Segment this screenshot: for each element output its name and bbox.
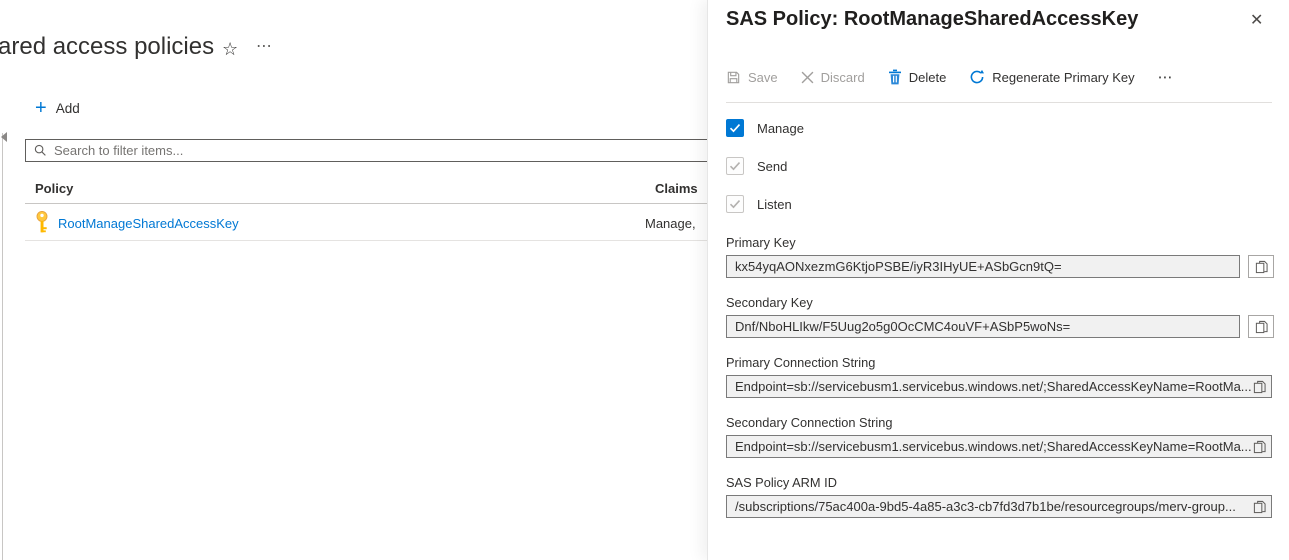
discard-button-label: Discard [821, 70, 865, 85]
azure-portal: ared access policies ☆ ⋯ + Add Policy Cl… [0, 0, 1289, 560]
discard-x-icon [801, 71, 814, 84]
save-button[interactable]: Save [726, 70, 778, 85]
send-checkbox-label: Send [757, 159, 787, 174]
copy-button[interactable] [1248, 255, 1274, 278]
search-icon [34, 144, 47, 157]
refresh-icon [969, 69, 985, 85]
pane-resize-divider[interactable] [2, 133, 3, 560]
sas-policy-arm-id-label: SAS Policy ARM ID [726, 475, 837, 490]
regenerate-button-label: Regenerate Primary Key [992, 70, 1134, 85]
toolbar-divider [726, 102, 1272, 103]
page-title: ared access policies [0, 33, 214, 61]
key-icon [35, 211, 49, 238]
search-filter-input[interactable] [54, 143, 710, 158]
close-icon[interactable]: ✕ [1250, 10, 1263, 30]
manage-checkbox[interactable]: Manage [726, 119, 804, 137]
page-more-icon[interactable]: ⋯ [256, 36, 273, 56]
search-filter-box [25, 139, 711, 162]
copy-button[interactable] [1248, 315, 1274, 338]
secondary-connection-string-field[interactable]: Endpoint=sb://servicebusm1.servicebus.wi… [726, 435, 1272, 458]
panel-toolbar: Save Discard Delete [726, 68, 1175, 86]
primary-key-label: Primary Key [726, 235, 796, 250]
policy-row-link[interactable]: RootManageSharedAccessKey [58, 216, 239, 231]
save-icon [726, 70, 741, 85]
save-button-label: Save [748, 70, 778, 85]
table-row-divider [25, 240, 711, 241]
plus-icon: + [35, 98, 47, 118]
primary-connection-string-field[interactable]: Endpoint=sb://servicebusm1.servicebus.wi… [726, 375, 1272, 398]
favorite-star-icon[interactable]: ☆ [222, 39, 238, 60]
pane-collapse-arrow-icon[interactable] [1, 132, 7, 142]
copy-icon[interactable] [1253, 379, 1266, 398]
primary-connection-string-label: Primary Connection String [726, 355, 875, 370]
checked-checkbox-icon [726, 119, 744, 137]
secondary-key-label: Secondary Key [726, 295, 813, 310]
copy-icon[interactable] [1253, 439, 1266, 458]
column-header-claims[interactable]: Claims [655, 181, 698, 196]
sas-policy-arm-id-value: /subscriptions/75ac400a-9bd5-4a85-a3c3-c… [735, 499, 1236, 514]
disabled-checked-checkbox-icon [726, 157, 744, 175]
sas-policy-arm-id-field[interactable]: /subscriptions/75ac400a-9bd5-4a85-a3c3-c… [726, 495, 1272, 518]
disabled-checked-checkbox-icon [726, 195, 744, 213]
secondary-connection-string-value: Endpoint=sb://servicebusm1.servicebus.wi… [735, 439, 1252, 454]
primary-connection-string-value: Endpoint=sb://servicebusm1.servicebus.wi… [735, 379, 1252, 394]
delete-button[interactable]: Delete [888, 69, 947, 85]
manage-checkbox-label: Manage [757, 121, 804, 136]
regenerate-primary-key-button[interactable]: Regenerate Primary Key [969, 69, 1134, 85]
primary-key-field[interactable]: kx54yqAONxezmG6KtjoPSBE/iyR3IHyUE+ASbGcn… [726, 255, 1240, 278]
send-checkbox[interactable]: Send [726, 157, 787, 175]
trash-icon [888, 69, 902, 85]
discard-button[interactable]: Discard [801, 70, 865, 85]
table-header-divider [25, 203, 711, 204]
add-button[interactable]: + Add [35, 98, 80, 118]
column-header-policy[interactable]: Policy [35, 181, 73, 196]
sas-policy-panel: SAS Policy: RootManageSharedAccessKey ✕ … [707, 0, 1289, 560]
policy-row-claims: Manage, [645, 216, 696, 231]
toolbar-more-button[interactable]: ⋯ [1158, 68, 1175, 86]
delete-button-label: Delete [909, 70, 947, 85]
add-button-label: Add [56, 101, 80, 116]
listen-checkbox[interactable]: Listen [726, 195, 792, 213]
panel-title: SAS Policy: RootManageSharedAccessKey [726, 8, 1138, 31]
secondary-key-field[interactable]: Dnf/NboHLIkw/F5Uug2o5g0OcCMC4ouVF+ASbP5w… [726, 315, 1240, 338]
secondary-connection-string-label: Secondary Connection String [726, 415, 892, 430]
copy-icon[interactable] [1253, 499, 1266, 518]
listen-checkbox-label: Listen [757, 197, 792, 212]
